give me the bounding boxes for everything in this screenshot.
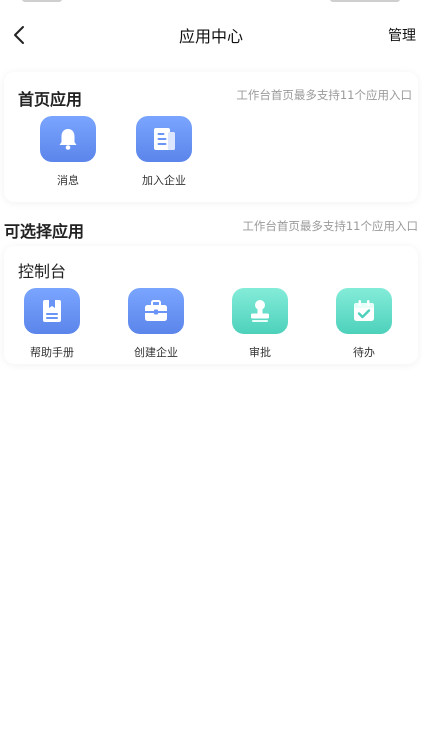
optional-apps-hint: 工作台首页最多支持11个应用入口 (242, 219, 418, 233)
app-label: 消息 (57, 174, 79, 187)
chevron-left-icon (14, 26, 24, 44)
manage-button[interactable]: 管理 (388, 25, 416, 45)
optional-apps-title: 可选择应用 (4, 222, 85, 241)
navigation-bar: 应用中心 管理 (0, 14, 422, 56)
home-apps-hint: 工作台首页最多支持11个应用入口 (236, 88, 412, 102)
home-apps-card: 首页应用 工作台首页最多支持11个应用入口 消息 加入企业 (4, 72, 418, 202)
stamp-icon (232, 288, 288, 334)
app-todo[interactable]: 待办 (324, 288, 404, 360)
app-label: 审批 (249, 346, 271, 359)
back-button[interactable] (6, 22, 32, 48)
home-apps-title: 首页应用 (18, 90, 83, 109)
app-help-manual[interactable]: 帮助手册 (12, 288, 92, 360)
app-approval[interactable]: 审批 (220, 288, 300, 360)
app-label: 创建企业 (134, 346, 178, 359)
status-bar-right (330, 0, 400, 2)
bookmark-book-icon (24, 288, 80, 334)
app-label: 加入企业 (142, 174, 186, 187)
app-label: 待办 (353, 346, 375, 359)
console-card: 控制台 帮助手册 创建企业 审批 待办 (4, 246, 418, 364)
briefcase-icon (128, 288, 184, 334)
app-label: 帮助手册 (30, 346, 74, 359)
app-messages[interactable]: 消息 (28, 116, 108, 188)
status-bar-left (22, 0, 62, 2)
status-bar (0, 0, 422, 8)
app-join-enterprise[interactable]: 加入企业 (124, 116, 204, 188)
document-icon (136, 116, 192, 162)
console-group-title: 控制台 (18, 262, 67, 281)
page-title: 应用中心 (178, 27, 243, 46)
calendar-check-icon (336, 288, 392, 334)
app-create-enterprise[interactable]: 创建企业 (116, 288, 196, 360)
bell-icon (40, 116, 96, 162)
